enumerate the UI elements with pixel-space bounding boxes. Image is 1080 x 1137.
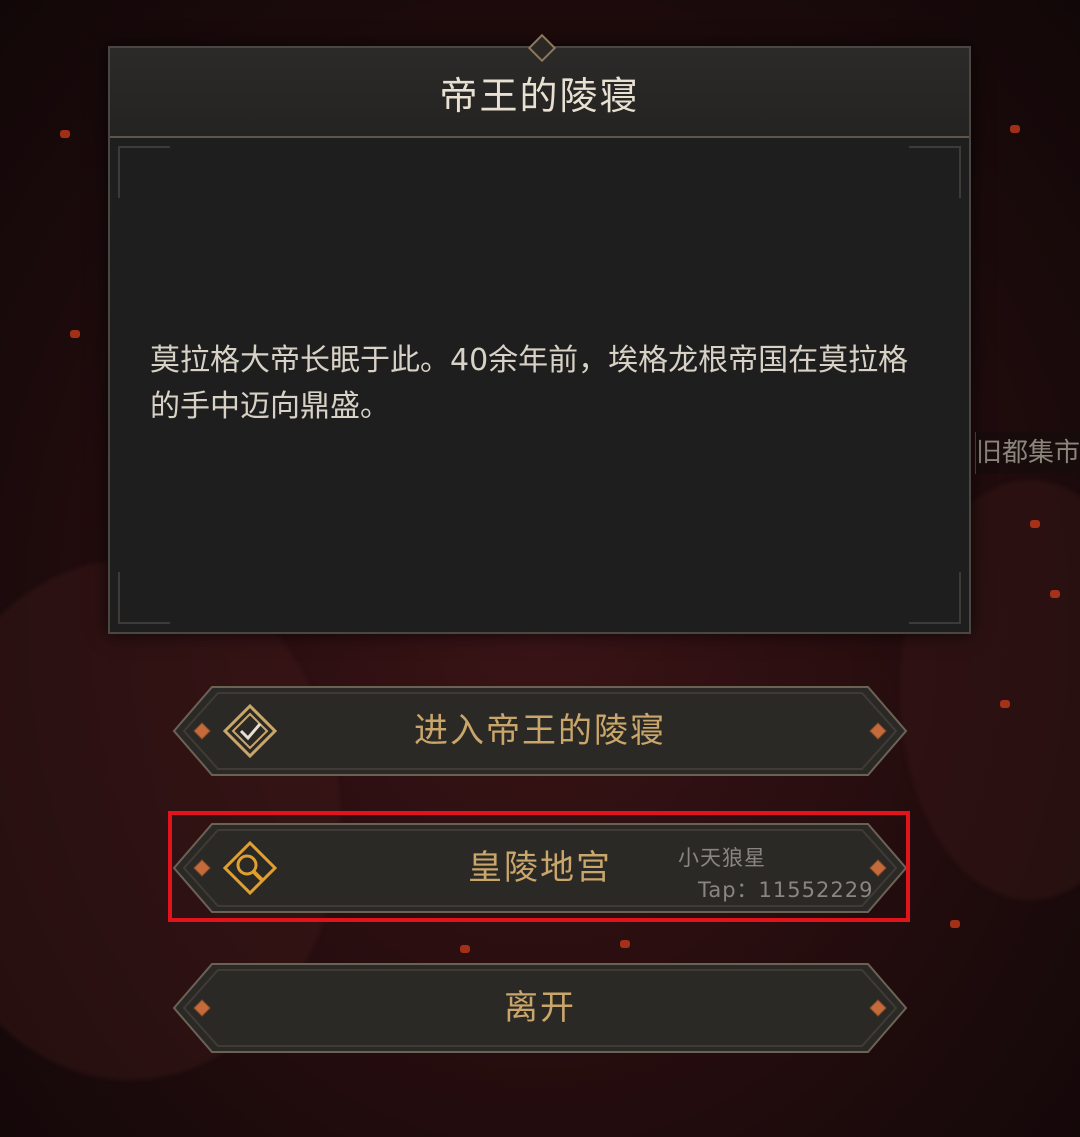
corner-ornament-tl [118,146,170,198]
tomb-dialog: 帝王的陵寝 莫拉格大帝长眠于此。40余年前，埃格龙根帝国在莫拉格的手中迈向鼎盛。 [108,33,971,634]
dialog-title: 帝王的陵寝 [439,73,640,118]
corner-ornament-br [909,572,961,624]
map-location-text: 旧都集市遗址 [976,438,1080,468]
leave-button[interactable]: 离开 [172,962,908,1054]
watermark-name: 小天狼星 [678,846,766,870]
dialog-description: 莫拉格大帝长眠于此。40余年前，埃格龙根帝国在莫拉格的手中迈向鼎盛。 [150,343,909,424]
map-location-label[interactable]: 旧都集市遗址 [975,432,1080,474]
corner-ornament-tr [909,146,961,198]
enter-tomb-button[interactable]: 进入帝王的陵寝 [172,685,908,777]
enter-tomb-label: 进入帝王的陵寝 [414,711,666,751]
watermark-tap: Tap：11552229 [698,878,874,902]
corner-ornament-bl [118,572,170,624]
leave-label: 离开 [504,988,576,1028]
header-gem-ornament [527,33,556,63]
dialog-header: 帝王的陵寝 [110,33,969,138]
